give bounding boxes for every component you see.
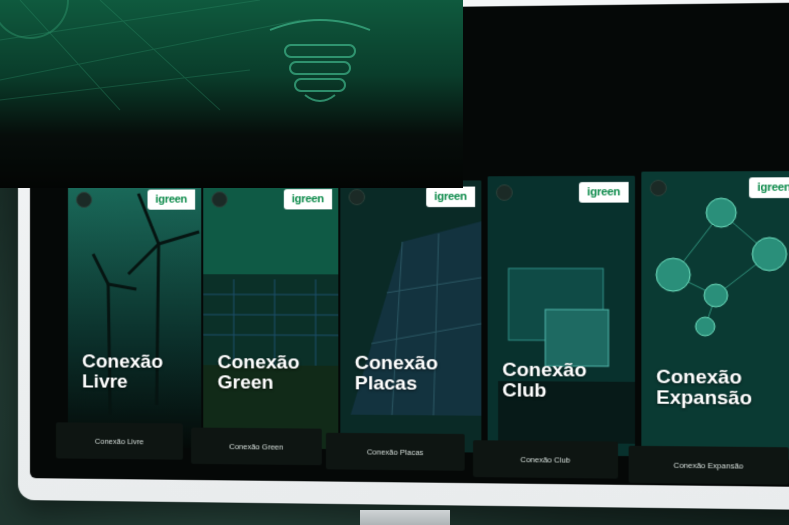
- card-title: Conexão Club: [502, 359, 587, 402]
- card-conexao-livre[interactable]: igreen Conexão Livre: [68, 183, 202, 448]
- card-button-conexao-placas[interactable]: Conexão Placas: [325, 432, 465, 471]
- igreen-logo: igreen: [425, 186, 476, 208]
- card-title: Conexão Green: [217, 351, 300, 394]
- igreen-logo: igreen: [283, 189, 333, 210]
- card-button-conexao-livre[interactable]: Conexão Livre: [55, 422, 183, 460]
- card-conexao-placas[interactable]: igreen Conexão Placas: [340, 180, 482, 453]
- solar-panels-image: [203, 182, 339, 450]
- status-dot-icon: [348, 188, 366, 206]
- igreen-logo: igreen: [578, 181, 629, 203]
- card-button-conexao-expansao[interactable]: Conexão Expansão: [628, 445, 789, 485]
- igreen-logo: igreen: [748, 177, 789, 199]
- card-conexao-club[interactable]: igreen Conexão Club: [487, 175, 635, 457]
- card-title: Conexão Placas: [354, 352, 438, 395]
- shopping-cart-image: [487, 175, 635, 457]
- igreen-logo: igreen: [147, 189, 196, 210]
- card-conexao-expansao[interactable]: igreen Conexão Expansão: [641, 170, 789, 460]
- status-dot-icon: [76, 191, 93, 208]
- status-dot-icon: [211, 191, 228, 208]
- card-title: Conexão Expansão: [656, 366, 752, 410]
- lightbulb-graphic: [0, 0, 371, 111]
- hero-overlay-panel: [0, 0, 463, 188]
- solar-roof-image: [340, 180, 482, 453]
- wind-turbine-image: [68, 183, 202, 448]
- card-button-conexao-green[interactable]: Conexão Green: [191, 427, 322, 466]
- card-button-conexao-club[interactable]: Conexão Club: [473, 440, 619, 479]
- card-conexao-green[interactable]: igreen Conexão Green: [203, 182, 339, 450]
- status-dot-icon: [649, 179, 667, 197]
- monitor-stand: [360, 510, 450, 525]
- status-dot-icon: [496, 184, 513, 201]
- network-people-image: [641, 170, 789, 460]
- card-title: Conexão Livre: [82, 351, 163, 393]
